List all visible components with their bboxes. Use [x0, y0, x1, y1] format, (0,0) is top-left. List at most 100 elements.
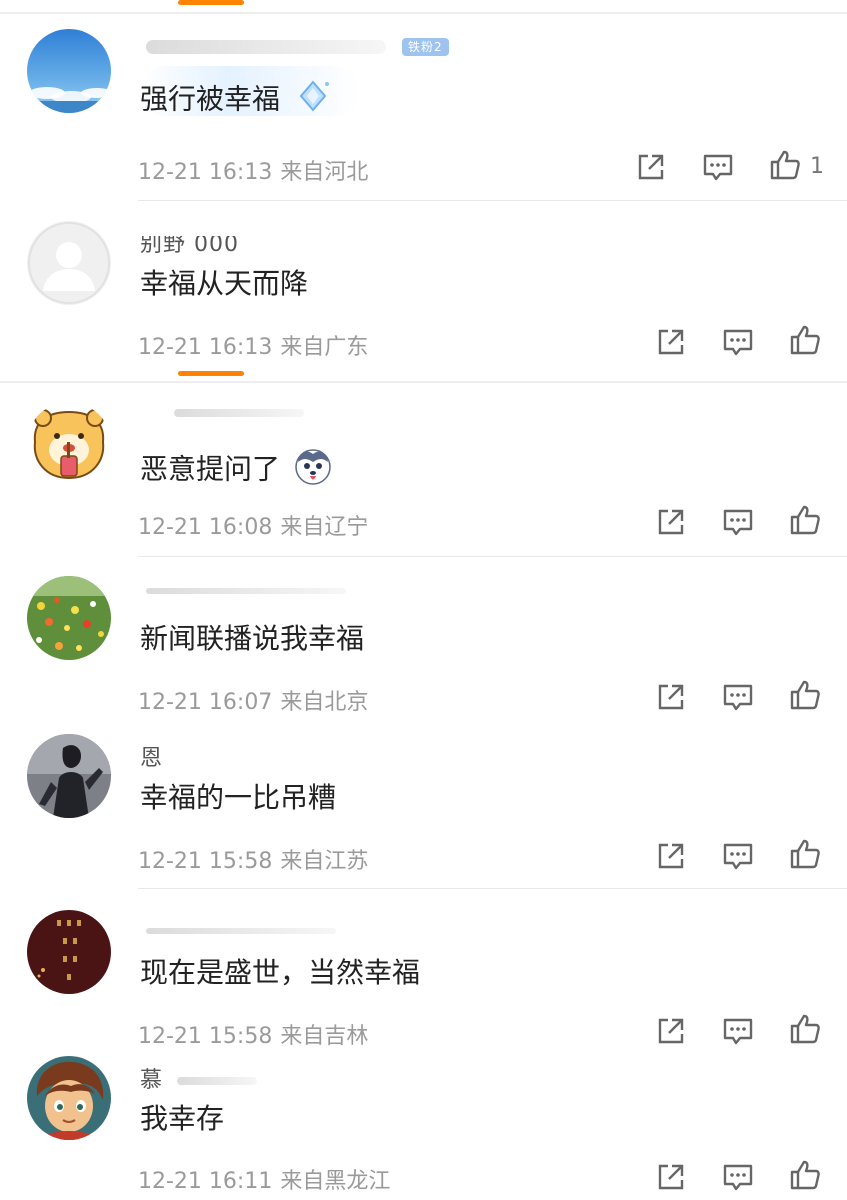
- blurred-username: [174, 409, 304, 417]
- username[interactable]: [140, 400, 304, 425]
- like-button[interactable]: [788, 1158, 822, 1192]
- comment-button[interactable]: [701, 150, 735, 184]
- comment-text[interactable]: 新闻联播说我幸福: [140, 621, 364, 657]
- like-button[interactable]: [788, 678, 822, 712]
- comment-meta: 12-21 15:58 来自吉林: [138, 1018, 368, 1050]
- comment-meta: 12-21 16:08 来自辽宁: [138, 509, 368, 541]
- comment-location: 来自吉林: [280, 1024, 369, 1049]
- like-count: 1: [810, 154, 824, 179]
- comment-icon: [703, 154, 733, 181]
- comment-time: 12-21 16:07: [138, 690, 273, 715]
- comment-time: 12-21 16:11: [138, 1169, 273, 1194]
- comment-text[interactable]: 幸福的一比吊糟: [140, 780, 336, 816]
- comment-text[interactable]: 幸福从天而降: [140, 266, 308, 302]
- tab-indicator: [178, 371, 244, 376]
- comment-button[interactable]: [721, 505, 755, 539]
- comment-time: 12-21 15:58: [138, 1024, 273, 1049]
- username[interactable]: 别野 000: [140, 236, 239, 258]
- fan-badge: 铁粉2: [402, 38, 449, 56]
- thumbs-up-icon: [790, 1160, 820, 1190]
- share-icon: [658, 843, 684, 869]
- user-avatar[interactable]: [27, 734, 111, 818]
- share-button[interactable]: [634, 150, 668, 184]
- thumbs-up-icon: [790, 1014, 820, 1044]
- comment-button[interactable]: [721, 1160, 755, 1194]
- username[interactable]: 慕: [140, 1062, 258, 1094]
- like-button[interactable]: [788, 323, 822, 357]
- comment-meta: 12-21 16:13 来自广东: [138, 329, 368, 361]
- comment-button[interactable]: [721, 839, 755, 873]
- tab-indicator: [178, 0, 244, 5]
- username[interactable]: 铁粉2: [140, 34, 449, 59]
- share-icon: [658, 1018, 684, 1044]
- comment-location: 来自黑龙江: [280, 1169, 391, 1194]
- comment-meta: 12-21 15:58 来自江苏: [138, 843, 368, 875]
- like-button[interactable]: [788, 1012, 822, 1046]
- comment-button[interactable]: [721, 680, 755, 714]
- comment-icon: [723, 1164, 753, 1191]
- comment-meta: 12-21 16:11 来自黑龙江: [138, 1163, 390, 1195]
- comment-text-value: 强行被幸福: [140, 82, 281, 116]
- like-button[interactable]: [788, 837, 822, 871]
- comment-divider: [138, 888, 847, 889]
- share-button[interactable]: [654, 1014, 688, 1048]
- share-icon: [658, 329, 684, 355]
- share-button[interactable]: [654, 505, 688, 539]
- share-icon: [658, 509, 684, 535]
- blurred-username: [146, 588, 346, 594]
- comment-icon: [723, 843, 753, 870]
- comment-location: 来自广东: [280, 335, 369, 360]
- user-avatar[interactable]: [27, 29, 111, 113]
- comment-icon: [723, 329, 753, 356]
- comment-text[interactable]: 现在是盛世，当然幸福: [140, 955, 420, 991]
- comment-location: 来自辽宁: [280, 515, 369, 540]
- comment-meta: 12-21 16:13 来自河北: [138, 154, 368, 186]
- comment-icon: [723, 684, 753, 711]
- user-avatar[interactable]: [27, 576, 111, 660]
- thumbs-up-icon: [790, 325, 820, 355]
- thumbs-up-icon: [790, 839, 820, 869]
- comment-location: 来自江苏: [280, 849, 369, 874]
- username[interactable]: 恩: [140, 740, 163, 772]
- anime-boy-icon: [27, 1056, 111, 1140]
- dark-figure-icon: [27, 734, 111, 818]
- username-text: 慕: [140, 1068, 164, 1093]
- blurred-username: [177, 1077, 258, 1085]
- share-icon: [638, 154, 664, 180]
- comment-location: 来自北京: [280, 690, 369, 715]
- comment-text[interactable]: 强行被幸福: [140, 76, 333, 125]
- comment-button[interactable]: [721, 1014, 755, 1048]
- username[interactable]: [140, 918, 336, 943]
- username[interactable]: [140, 578, 346, 603]
- blurred-username: [146, 928, 336, 934]
- top-divider: [0, 12, 847, 14]
- comment-text-value: 恶意提问了: [140, 452, 281, 486]
- diamond-badge-icon: [293, 76, 333, 125]
- share-button[interactable]: [654, 1160, 688, 1194]
- comment-time: 12-21 16:08: [138, 515, 273, 540]
- comment-time: 12-21 15:58: [138, 849, 273, 874]
- comment-button[interactable]: [721, 325, 755, 359]
- flower-field-icon: [27, 576, 111, 660]
- thumbs-up-icon: [790, 505, 820, 535]
- comment-divider: [138, 200, 847, 201]
- like-button[interactable]: [788, 503, 822, 537]
- comment-icon: [723, 509, 753, 536]
- comment-divider: [138, 556, 847, 557]
- comment-meta: 12-21 16:07 来自北京: [138, 684, 368, 716]
- comment-icon: [723, 1018, 753, 1045]
- like-button[interactable]: [768, 148, 802, 182]
- user-avatar[interactable]: [27, 221, 111, 305]
- share-button[interactable]: [654, 680, 688, 714]
- cartoon-hamster-icon: [27, 402, 111, 486]
- user-avatar[interactable]: [27, 910, 111, 994]
- user-avatar[interactable]: [27, 1056, 111, 1140]
- section-divider: [0, 381, 847, 383]
- comment-time: 12-21 16:13: [138, 335, 273, 360]
- blurred-username: [146, 40, 386, 54]
- comment-text[interactable]: 我幸存: [140, 1101, 224, 1137]
- share-button[interactable]: [654, 839, 688, 873]
- comment-text[interactable]: 恶意提问了: [140, 446, 333, 495]
- user-avatar[interactable]: [27, 402, 111, 486]
- share-button[interactable]: [654, 325, 688, 359]
